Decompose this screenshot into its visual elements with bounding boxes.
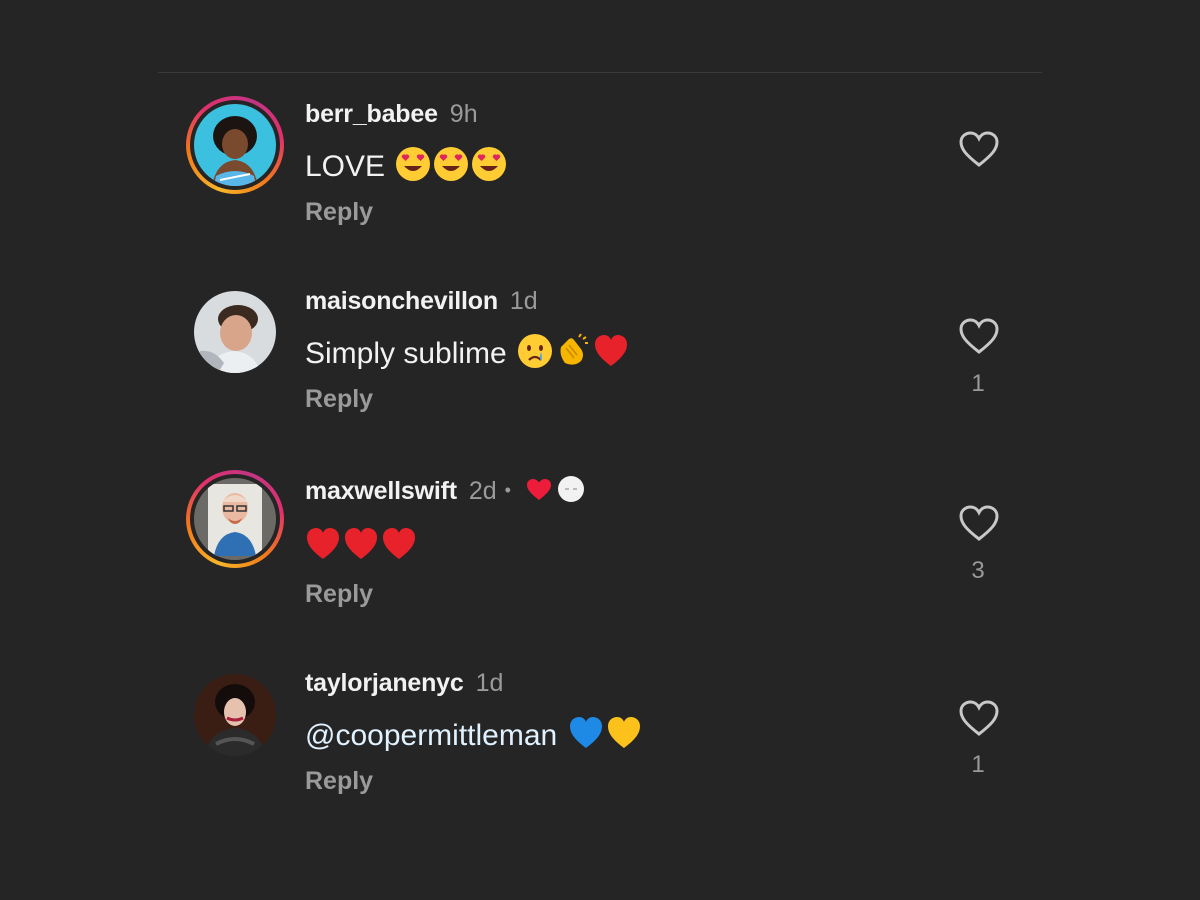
reply-button[interactable]: Reply bbox=[305, 385, 373, 414]
red-heart-emoji bbox=[381, 526, 417, 562]
comment-username[interactable]: maxwellswift bbox=[305, 477, 457, 505]
avatar-story-ring[interactable] bbox=[186, 96, 284, 194]
avatar-story-ring[interactable] bbox=[186, 470, 284, 568]
reply-button[interactable]: Reply bbox=[305, 580, 373, 609]
comment-username[interactable]: maisonchevillon bbox=[305, 287, 498, 315]
comment-time: 1d bbox=[475, 669, 504, 697]
red-heart-emoji bbox=[343, 526, 379, 562]
author-liked-heart-icon bbox=[525, 477, 553, 509]
heart-eyes-emoji bbox=[395, 146, 431, 182]
author-avatar-icon bbox=[557, 475, 585, 510]
avatar[interactable] bbox=[194, 478, 276, 560]
like-count: 1 bbox=[971, 751, 985, 778]
like-heart-icon[interactable] bbox=[958, 317, 1000, 355]
like-heart-icon[interactable] bbox=[958, 504, 1000, 542]
reply-button[interactable]: Reply bbox=[305, 198, 373, 227]
comment-text-row: LOVE bbox=[305, 146, 507, 184]
comment-text: Simply sublime bbox=[305, 337, 507, 370]
comment-time: 9h bbox=[449, 100, 478, 128]
meta-separator: • bbox=[504, 480, 511, 500]
comment-time: 2d bbox=[468, 477, 497, 505]
mention-link[interactable]: @coopermittleman bbox=[305, 719, 557, 752]
clapping-hands-emoji bbox=[555, 333, 591, 369]
heart-eyes-emoji bbox=[471, 146, 507, 182]
like-heart-icon[interactable] bbox=[958, 699, 1000, 737]
blue-heart-emoji bbox=[568, 715, 604, 751]
red-heart-emoji bbox=[593, 333, 629, 369]
like-heart-icon[interactable] bbox=[958, 130, 1000, 168]
comment-text-row: Simply sublime bbox=[305, 333, 629, 371]
like-count: 1 bbox=[971, 370, 985, 397]
avatar-wrapper[interactable] bbox=[186, 666, 284, 764]
like-count: 3 bbox=[971, 557, 985, 584]
avatar-wrapper[interactable] bbox=[186, 283, 284, 381]
avatar[interactable] bbox=[194, 104, 276, 186]
yellow-heart-emoji bbox=[606, 715, 642, 751]
heart-eyes-emoji bbox=[433, 146, 469, 182]
red-heart-emoji bbox=[305, 526, 341, 562]
crying-face-emoji bbox=[517, 333, 553, 369]
top-divider bbox=[158, 72, 1042, 73]
comment-text-row: @coopermittleman bbox=[305, 715, 642, 753]
reply-button[interactable]: Reply bbox=[305, 767, 373, 796]
comment-time: 1d bbox=[509, 287, 538, 315]
comment-text: LOVE bbox=[305, 150, 386, 183]
avatar[interactable] bbox=[194, 291, 276, 373]
comment-username[interactable]: taylorjanenyc bbox=[305, 669, 464, 697]
comment-text-row bbox=[305, 526, 417, 564]
avatar[interactable] bbox=[194, 674, 276, 756]
comment-username[interactable]: berr_babee bbox=[305, 100, 438, 128]
